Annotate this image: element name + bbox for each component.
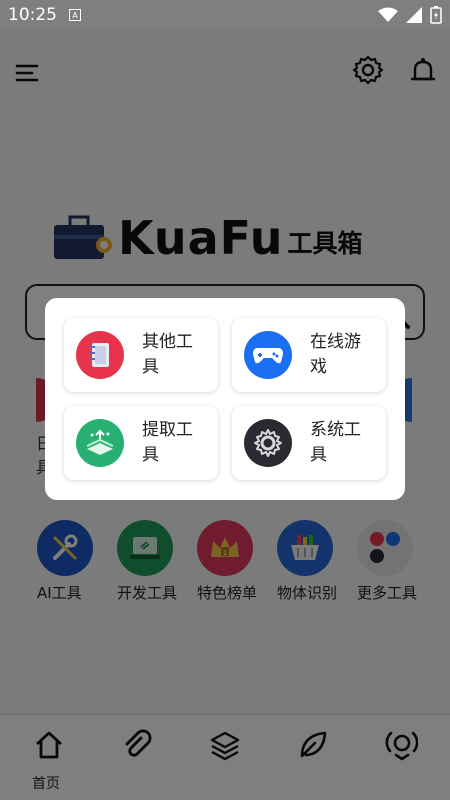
- extract-icon: [76, 419, 124, 467]
- battery-icon: [430, 6, 442, 24]
- signal-icon: [406, 7, 422, 23]
- dialog-item-label: 提取工具: [142, 420, 193, 465]
- dialog-item-extract-tools[interactable]: 提取工具: [64, 406, 218, 480]
- dialog-item-label: 其他工具: [142, 332, 193, 377]
- wifi-icon: [378, 7, 398, 22]
- notebook-icon: [76, 331, 124, 379]
- notification-badge: A: [69, 9, 81, 21]
- status-bar: 10:25 A: [0, 0, 450, 30]
- gear-icon: [244, 419, 292, 467]
- dialog-item-system-tools[interactable]: 系统工具: [232, 406, 386, 480]
- dialog-item-online-games[interactable]: 在线游戏: [232, 318, 386, 392]
- dialog-item-label: 在线游戏: [310, 332, 361, 377]
- dialog-item-label: 系统工具: [310, 420, 361, 465]
- status-time: 10:25: [8, 5, 57, 25]
- gamepad-icon: [244, 331, 292, 379]
- category-dialog: 其他工具 在线游戏 提取工具 系统工具: [45, 298, 405, 500]
- dialog-item-other-tools[interactable]: 其他工具: [64, 318, 218, 392]
